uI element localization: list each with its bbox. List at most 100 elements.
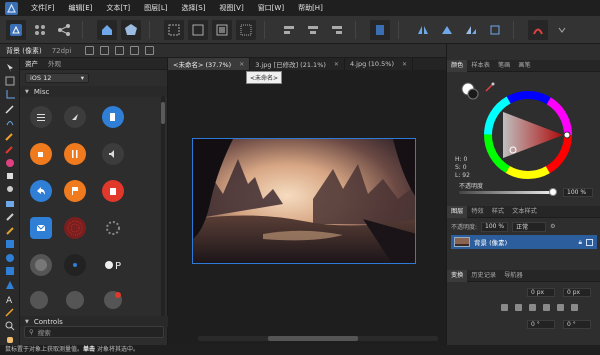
assets-scrollbar[interactable] — [161, 96, 165, 336]
dropdown-chevron-icon[interactable] — [552, 20, 572, 40]
adjustment-icon[interactable] — [515, 303, 522, 311]
frame-icon[interactable] — [130, 46, 140, 55]
menu-file[interactable]: 文件[F] — [24, 0, 62, 16]
home-icon[interactable] — [97, 19, 117, 40]
invert-selection-icon[interactable] — [212, 19, 232, 40]
lock-icon[interactable]: 🔒︎ — [579, 238, 582, 247]
text-tool-icon[interactable]: A — [3, 293, 17, 305]
flip-vertical-icon[interactable] — [437, 20, 457, 40]
shear-field[interactable]: 0 ° — [563, 320, 591, 329]
dodge-icon[interactable] — [3, 184, 17, 196]
snapping-icon[interactable] — [528, 19, 548, 40]
deselect-icon[interactable] — [188, 19, 208, 40]
list-icon[interactable] — [30, 106, 52, 128]
fill-tool-icon[interactable] — [3, 157, 17, 169]
coffee-icon[interactable] — [30, 143, 52, 165]
blend-mode-dropdown[interactable]: 正常 — [512, 221, 547, 232]
mail-icon[interactable] — [30, 217, 52, 239]
rotation-field[interactable]: 0 ° — [527, 320, 555, 329]
tab-color[interactable]: 颜色 — [447, 59, 468, 72]
opacity-slider[interactable] — [459, 191, 553, 194]
opacity-slider-handle[interactable] — [549, 188, 557, 196]
transform-icon[interactable] — [485, 20, 505, 40]
apple-pay-icon[interactable]: P — [102, 254, 132, 276]
view-tool-icon[interactable] — [3, 76, 17, 88]
group-icon[interactable] — [557, 303, 564, 311]
close-icon[interactable]: ✕ — [239, 61, 244, 68]
share-icon[interactable] — [54, 20, 74, 40]
tab-stroke[interactable]: 笔画 — [494, 60, 514, 72]
add-layer-icon[interactable] — [543, 303, 550, 311]
color-picker-icon[interactable] — [3, 143, 17, 155]
layer-row[interactable]: 背景 (像素) 🔒︎ — [451, 235, 597, 249]
affinity-photo-logo-icon[interactable] — [4, 1, 18, 15]
selection-brush-icon[interactable] — [3, 103, 17, 115]
hand-tool-icon[interactable] — [3, 334, 17, 346]
fantasy-landscape-image[interactable] — [192, 138, 416, 264]
tab-layers[interactable]: 图层 — [447, 205, 468, 218]
menu-text[interactable]: 文本[T] — [99, 0, 137, 16]
scrollbar-thumb[interactable] — [161, 102, 165, 124]
pentagon-icon[interactable] — [121, 19, 141, 40]
transform-y-field[interactable]: 0 px — [563, 288, 591, 297]
photo-persona-button[interactable] — [6, 19, 26, 40]
gear-icon[interactable]: ⚙ — [550, 223, 555, 230]
paint-brush-icon[interactable] — [3, 130, 17, 142]
close-icon[interactable]: ✕ — [402, 61, 407, 68]
fit-icon[interactable] — [145, 46, 155, 55]
avatar-placeholder-icon[interactable] — [30, 254, 52, 276]
pattern-icon[interactable] — [64, 217, 86, 239]
spinner-icon[interactable] — [102, 217, 124, 239]
visibility-checkbox[interactable] — [586, 238, 593, 246]
align-right-icon[interactable] — [327, 20, 347, 40]
trash-icon[interactable] — [102, 180, 124, 202]
tab-effects[interactable]: 特效 — [467, 206, 487, 218]
select-all-icon[interactable] — [164, 19, 184, 40]
crop-tool-icon[interactable] — [3, 89, 17, 101]
hsl-color-wheel[interactable] — [483, 90, 573, 180]
tab-navigator[interactable]: 导航器 — [500, 270, 527, 282]
document-canvas[interactable] — [168, 70, 446, 345]
assets-search-input[interactable]: ⚲ 搜索 — [24, 326, 164, 338]
canvas-horizontal-scrollbar[interactable] — [198, 336, 438, 341]
tab-text-styles[interactable]: 文本样式 — [508, 206, 541, 218]
tab-4jpg[interactable]: 4.jpg (10.5%) ✕ — [345, 58, 414, 70]
cutlery-icon[interactable] — [64, 143, 86, 165]
zoom-tool-icon[interactable] — [3, 320, 17, 332]
align-center-icon[interactable] — [303, 20, 323, 40]
scrollbar-thumb[interactable] — [268, 336, 358, 341]
rotate-icon[interactable] — [461, 20, 481, 40]
tab-styles[interactable]: 样式 — [488, 206, 508, 218]
tab-history[interactable]: 历史记录 — [467, 270, 500, 282]
clone-icon[interactable] — [3, 198, 17, 210]
flip-horizontal-icon[interactable] — [413, 20, 433, 40]
fill-stroke-swatch-icon[interactable] — [461, 82, 479, 102]
layer-opacity-field[interactable]: 100 % — [481, 221, 509, 232]
opacity-value-field[interactable]: 100 % — [563, 188, 593, 197]
delete-layer-icon[interactable] — [571, 303, 578, 311]
profile-small-icon[interactable] — [66, 291, 84, 309]
tab-3jpg[interactable]: 3.jpg [已修改] (21.1%) ✕ — [250, 58, 345, 70]
volume-icon[interactable] — [102, 143, 124, 165]
shape-tool-icon[interactable] — [3, 266, 17, 278]
menu-select[interactable]: 选择[S] — [175, 0, 213, 16]
resize-icon[interactable] — [100, 46, 110, 55]
menu-window[interactable]: 窗口[W] — [251, 0, 291, 16]
menu-view[interactable]: 视图[V] — [212, 0, 250, 16]
arrange-icon[interactable] — [370, 19, 390, 40]
fuel-icon[interactable] — [102, 106, 124, 128]
profile-badge-icon[interactable] — [104, 291, 122, 309]
close-icon[interactable]: ✕ — [334, 61, 339, 68]
tab-untitled[interactable]: <未命名> (37.7%) ✕ — [168, 58, 251, 70]
layer-mask-icon[interactable] — [501, 303, 508, 311]
tab-brushes[interactable]: 画笔 — [514, 60, 534, 72]
record-icon[interactable] — [64, 254, 86, 276]
ellipse-tool-icon[interactable] — [3, 252, 17, 264]
platform-dropdown[interactable]: iOS 12 ▾ — [25, 73, 89, 83]
fx-icon[interactable] — [529, 303, 536, 311]
erase-brush-icon[interactable] — [3, 171, 17, 183]
flood-select-icon[interactable] — [3, 116, 17, 128]
menu-edit[interactable]: 编辑[E] — [62, 0, 100, 16]
reply-arrow-icon[interactable] — [30, 180, 52, 202]
profile-small-icon[interactable] — [30, 291, 48, 309]
